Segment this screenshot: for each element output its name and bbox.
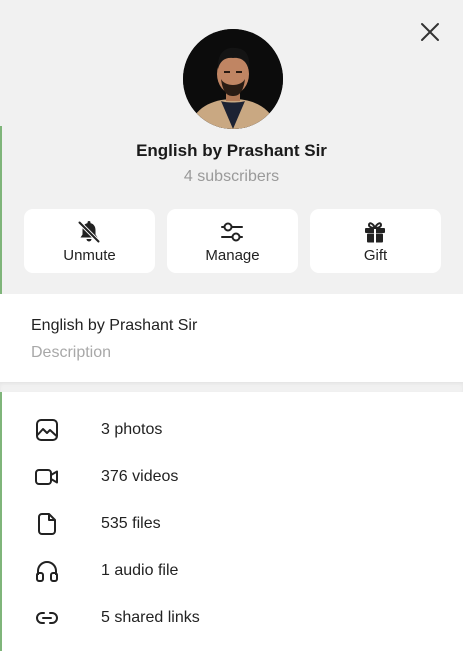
avatar-photo: [183, 29, 283, 129]
gift-label: Gift: [363, 247, 388, 264]
info-channel-name[interactable]: English by Prashant Sir: [31, 317, 197, 335]
subscriber-count: 4 subscribers: [183, 168, 280, 185]
avatar[interactable]: [183, 29, 283, 129]
channel-info-section: English by Prashant Sir Description: [0, 294, 463, 382]
photos-label: 3 photos: [101, 421, 163, 438]
media-row-audio[interactable]: 1 audio file: [0, 548, 463, 595]
close-button[interactable]: [418, 20, 442, 44]
headphones-icon: [34, 558, 60, 584]
links-label: 5 shared links: [101, 609, 200, 626]
close-icon: [421, 23, 439, 41]
video-icon: [34, 464, 60, 490]
description-placeholder[interactable]: Description: [31, 344, 111, 362]
media-row-files[interactable]: 535 files: [0, 501, 463, 548]
section-divider: [0, 382, 463, 392]
files-label: 535 files: [101, 515, 161, 532]
unmute-label: Unmute: [63, 247, 116, 264]
bell-off-icon: [76, 219, 102, 245]
media-row-links[interactable]: 5 shared links: [0, 595, 463, 642]
photo-icon: [34, 417, 60, 443]
videos-label: 376 videos: [101, 468, 179, 485]
gift-button[interactable]: Gift: [310, 209, 441, 273]
gift-icon: [362, 219, 388, 245]
file-icon: [34, 511, 60, 537]
sliders-icon: [219, 219, 245, 245]
media-row-photos[interactable]: 3 photos: [0, 407, 463, 454]
manage-button[interactable]: Manage: [167, 209, 298, 273]
manage-label: Manage: [205, 247, 260, 264]
channel-title: English by Prashant Sir: [136, 141, 327, 160]
unmute-button[interactable]: Unmute: [24, 209, 155, 273]
link-icon: [34, 605, 60, 631]
audio-label: 1 audio file: [101, 562, 179, 579]
media-row-videos[interactable]: 376 videos: [0, 454, 463, 501]
